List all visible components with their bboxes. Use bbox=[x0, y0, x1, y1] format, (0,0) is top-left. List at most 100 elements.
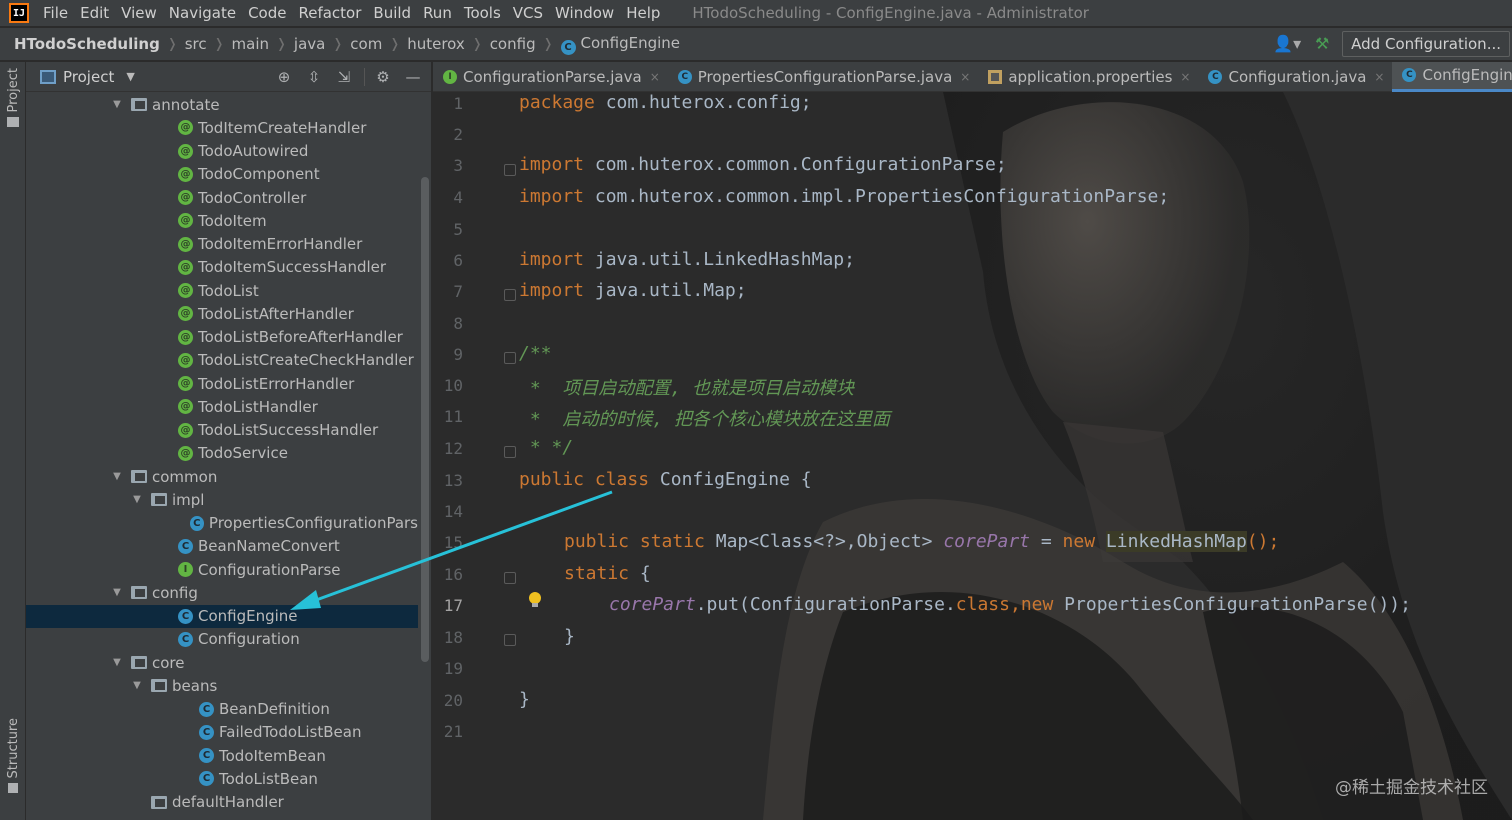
tree-file-row[interactable]: @ TodoService bbox=[26, 442, 418, 465]
locate-target-icon[interactable]: ⊕ bbox=[272, 65, 296, 89]
fold-marker-icon[interactable] bbox=[504, 164, 516, 176]
hide-panel-icon[interactable]: — bbox=[401, 65, 425, 89]
keyword: new bbox=[1062, 531, 1096, 552]
menu-file[interactable]: File bbox=[37, 0, 74, 26]
menu-run[interactable]: Run bbox=[417, 0, 458, 26]
tree-file-row[interactable]: C BeanDefinition bbox=[26, 698, 418, 721]
close-icon[interactable]: × bbox=[1180, 70, 1190, 84]
project-panel-title[interactable]: Project bbox=[63, 68, 114, 86]
editor-tab[interactable]: I ConfigurationParse.java × bbox=[433, 62, 668, 92]
editor-tab[interactable]: C PropertiesConfigurationParse.java × bbox=[668, 62, 979, 92]
menu-help[interactable]: Help bbox=[620, 0, 666, 26]
tree-file-row[interactable]: @ TodItemCreateHandler bbox=[26, 116, 418, 139]
fold-marker-icon[interactable] bbox=[504, 352, 516, 364]
code-text: Map<Class<?>,Object> bbox=[704, 531, 944, 552]
menu-window[interactable]: Window bbox=[549, 0, 620, 26]
chevron-down-icon[interactable]: ▼ bbox=[110, 587, 124, 598]
chevron-down-icon[interactable]: ▼ bbox=[110, 99, 124, 110]
tree-file-row[interactable]: @ TodoListBeforeAfterHandler bbox=[26, 326, 418, 349]
tree-file-row[interactable]: @ TodoListSuccessHandler bbox=[26, 419, 418, 442]
tree-folder-row[interactable]: defaultHandler bbox=[26, 791, 418, 814]
chevron-down-icon[interactable]: ▼ bbox=[110, 471, 124, 482]
tree-folder-row[interactable]: ▼ annotate bbox=[26, 93, 418, 116]
fold-marker-icon[interactable] bbox=[504, 446, 516, 458]
tree-file-row[interactable]: @ TodoItem bbox=[26, 209, 418, 232]
code-line-7: import java.util.Map; bbox=[519, 280, 747, 301]
breadcrumb-project[interactable]: HTodoScheduling bbox=[14, 35, 160, 53]
tree-file-row[interactable]: C TodoItemBean bbox=[26, 744, 418, 767]
lightbulb-icon[interactable] bbox=[529, 592, 541, 607]
tree-file-row[interactable]: @ TodoListAfterHandler bbox=[26, 302, 418, 325]
project-tool-tab[interactable]: Project bbox=[0, 68, 26, 128]
tree-folder-row[interactable]: ▼ impl bbox=[26, 488, 418, 511]
breadcrumb-config[interactable]: config bbox=[490, 35, 536, 53]
breadcrumb-com[interactable]: com bbox=[350, 35, 382, 53]
project-tree-scrollbar[interactable] bbox=[421, 177, 429, 662]
tree-file-row[interactable]: C ConfigEngine bbox=[26, 604, 418, 628]
menu-tools[interactable]: Tools bbox=[458, 0, 507, 26]
breadcrumb-main[interactable]: main bbox=[232, 35, 269, 53]
editor-tab[interactable]: application.properties × bbox=[978, 62, 1198, 92]
tree-file-row[interactable]: @ TodoItemSuccessHandler bbox=[26, 256, 418, 279]
add-configuration-button[interactable]: Add Configuration... bbox=[1342, 31, 1510, 57]
tree-folder-row[interactable]: ▼ core bbox=[26, 651, 418, 674]
close-icon[interactable]: × bbox=[960, 70, 970, 84]
gear-icon[interactable]: ⚙ bbox=[371, 65, 395, 89]
breadcrumb-java[interactable]: java bbox=[294, 35, 325, 53]
tree-file-row[interactable]: C BeanNameConvert bbox=[26, 535, 418, 558]
tree-file-row[interactable]: C Configuration bbox=[26, 628, 418, 651]
tree-file-row[interactable]: @ TodoList bbox=[26, 279, 418, 302]
tree-item-label: config bbox=[152, 583, 198, 602]
code-editor[interactable]: 1 2 3 4 5 6 7 8 9 10 11 12 13 14 15 16 17 18 19 20 21 packag… bbox=[433, 92, 1512, 820]
tree-file-row[interactable]: I ConfigurationParse bbox=[26, 558, 418, 581]
breadcrumb-configengine[interactable]: C ConfigEngine bbox=[560, 34, 680, 55]
menu-edit[interactable]: Edit bbox=[74, 0, 115, 26]
editor-tab[interactable]: CConfigEngine.java× bbox=[1392, 61, 1512, 92]
folder-icon bbox=[151, 679, 167, 693]
tree-file-row[interactable]: @ TodoListHandler bbox=[26, 395, 418, 418]
fold-marker-icon[interactable] bbox=[504, 572, 516, 584]
chevron-down-icon[interactable]: ▼ bbox=[126, 70, 134, 83]
tree-file-row[interactable]: @ TodoListCreateCheckHandler bbox=[26, 349, 418, 372]
class-icon: C bbox=[178, 608, 193, 624]
fold-marker-icon[interactable] bbox=[504, 634, 516, 646]
chevron-down-icon[interactable]: ▼ bbox=[130, 680, 144, 691]
menu-navigate[interactable]: Navigate bbox=[163, 0, 242, 26]
tree-file-row[interactable]: @ TodoItemErrorHandler bbox=[26, 233, 418, 256]
tree-file-row[interactable]: C TodoListBean bbox=[26, 767, 418, 790]
chevron-down-icon[interactable]: ▼ bbox=[130, 494, 144, 505]
structure-tool-tab[interactable]: Structure bbox=[0, 718, 26, 794]
tree-folder-row[interactable]: ▼ common bbox=[26, 465, 418, 488]
tree-folder-row[interactable]: ▼ config bbox=[26, 581, 418, 604]
breadcrumb-huterox[interactable]: huterox bbox=[407, 35, 465, 53]
tree-item-label: TodItemCreateHandler bbox=[198, 118, 367, 137]
tree-file-row[interactable]: C FailedTodoListBean bbox=[26, 721, 418, 744]
fold-marker-icon[interactable] bbox=[504, 289, 516, 301]
menu-build[interactable]: Build bbox=[367, 0, 417, 26]
tree-file-row[interactable]: @ TodoController bbox=[26, 186, 418, 209]
code-text: , bbox=[1009, 594, 1021, 615]
tree-file-row[interactable]: C PropertiesConfigurationPars bbox=[26, 512, 418, 535]
tree-file-row[interactable]: @ TodoAutowired bbox=[26, 140, 418, 163]
code-line-4: import com.huterox.common.impl.Propertie… bbox=[519, 186, 1169, 207]
menu-vcs[interactable]: VCS bbox=[507, 0, 549, 26]
menu-refactor[interactable]: Refactor bbox=[292, 0, 367, 26]
collapse-all-icon[interactable]: ⇲ bbox=[332, 65, 356, 89]
close-icon[interactable]: × bbox=[650, 70, 660, 84]
build-hammer-icon[interactable]: ⚒ bbox=[1310, 34, 1334, 54]
chevron-down-icon[interactable]: ▼ bbox=[110, 657, 124, 668]
tree-file-row[interactable]: @ TodoComponent bbox=[26, 163, 418, 186]
close-icon[interactable]: × bbox=[1374, 70, 1384, 84]
intellij-logo-icon: IJ bbox=[9, 3, 29, 23]
tree-item-label: BeanNameConvert bbox=[198, 537, 340, 556]
keyword: static bbox=[639, 531, 705, 552]
user-dropdown-icon[interactable]: 👤▾ bbox=[1272, 34, 1302, 54]
menu-code[interactable]: Code bbox=[242, 0, 292, 26]
editor-tab[interactable]: C Configuration.java × bbox=[1198, 62, 1392, 92]
tree-folder-row[interactable]: ▼ beans bbox=[26, 674, 418, 697]
tree-file-row[interactable]: @ TodoListErrorHandler bbox=[26, 372, 418, 395]
breadcrumb-src[interactable]: src bbox=[185, 35, 207, 53]
expand-all-icon[interactable]: ⇳ bbox=[302, 65, 326, 89]
class-icon: C bbox=[199, 724, 214, 740]
menu-view[interactable]: View bbox=[115, 0, 163, 26]
